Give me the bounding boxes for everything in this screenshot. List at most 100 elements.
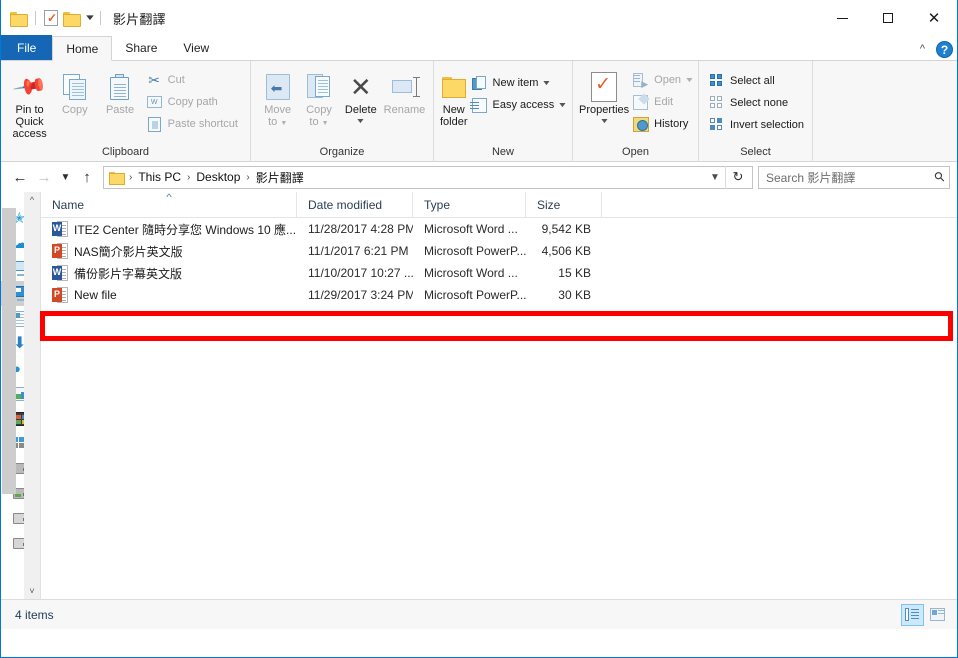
delete-caret-icon[interactable]: ▼ [356,116,366,128]
table-row[interactable]: W 備份影片字幕英文版 11/10/2017 10:27 ... Microso… [41,262,957,284]
new-item-caret-icon[interactable]: ▼ [542,80,552,87]
new-item-button[interactable]: New item ▼ [468,72,573,94]
invert-selection-button[interactable]: Invert selection [705,114,810,136]
properties-icon[interactable]: ✓ [44,10,58,26]
cut-button[interactable]: ✂ Cut [143,69,244,91]
recent-locations-button[interactable]: ▼ [56,165,75,189]
up-button[interactable]: ↑ [75,165,99,189]
rename-button[interactable]: Rename [382,66,427,116]
easy-access-caret-icon[interactable]: ▼ [558,102,568,109]
column-label-size: Size [537,197,561,212]
delete-x-icon: ✕ [349,72,372,102]
pin-label-line2: access [12,128,47,140]
cut-label: Cut [167,74,185,86]
scroll-down-icon[interactable]: ˅ [29,583,34,599]
table-row[interactable]: P NAS簡介影片英文版 11/1/2017 6:21 PM Microsoft… [41,240,957,262]
paste-button[interactable]: Paste [97,66,142,116]
edit-icon [632,94,649,111]
cell-name: P New file [41,284,297,306]
details-view-button[interactable] [901,603,924,626]
column-label-date: Date modified [308,197,383,212]
easy-access-button[interactable]: Easy access ▼ [468,94,573,116]
breadcrumb-item-this-pc[interactable]: This PC [134,168,185,186]
refresh-icon[interactable]: ↻ [725,165,750,189]
select-none-button[interactable]: Select none [705,92,810,114]
scrollbar-thumb[interactable] [2,208,16,494]
select-none-icon [708,95,725,112]
forward-button[interactable]: → [32,165,56,189]
delete-label: Delete [344,104,377,116]
content-area: ✭ ☁ ⬇ ● ^ ˅ ^ Name Date modified Type Si… [1,191,957,599]
open-button[interactable]: ▶ Open ▼ [629,69,699,91]
table-row[interactable]: W ITE2 Center 隨時分享您 Windows 10 應... 11/2… [41,218,957,240]
edit-label: Edit [654,96,674,108]
new-folder-button[interactable]: New folder [440,66,468,128]
pin-to-quick-access-button[interactable]: 📌 Pin to Quick access [7,66,52,140]
group-label-open: Open [622,146,649,158]
file-name: New file [74,288,117,302]
delete-button[interactable]: ✕ Delete ▼ [340,66,382,128]
scroll-up-icon[interactable]: ^ [30,192,34,208]
customize-caret-icon[interactable]: ▼ [84,14,97,22]
ribbon-group-clipboard: 📌 Pin to Quick access Copy Paste ✂ Cut W… [1,61,251,162]
search-box[interactable]: Search 影片翻譯 ⚲ [758,165,950,189]
new-folder-icon[interactable] [63,11,81,27]
breadcrumb[interactable]: › This PC › Desktop › 影片翻譯 ▼ ↻ [103,165,753,189]
table-row[interactable]: P New file 11/29/2017 3:24 PM Microsoft … [41,284,957,306]
file-explorer-window: ✓ ▼ 影片翻譯 ✕ File Home Share View ^ ? 📌 Pi… [0,0,958,658]
title-divider [99,11,101,25]
column-label-type: Type [424,197,451,212]
select-all-button[interactable]: Select all [705,70,810,92]
file-name: 備份影片字幕英文版 [74,266,183,281]
group-label-new: New [491,146,514,158]
column-header-date-modified[interactable]: Date modified [297,191,413,218]
new-folder-icon [441,70,467,104]
search-input[interactable]: Search 影片翻譯 [766,169,935,186]
cell-date-modified: 11/29/2017 3:24 PM [308,288,413,302]
history-button[interactable]: History [629,113,699,135]
close-button[interactable]: ✕ [911,0,957,36]
navigation-scrollbar[interactable]: ^ ˅ [24,192,40,599]
breadcrumb-item-current[interactable]: 影片翻譯 [252,167,308,188]
tab-share[interactable]: Share [112,35,170,60]
breadcrumb-folder-icon [109,171,125,185]
group-label-clipboard: Clipboard [101,146,150,158]
powerpoint-document-icon: P [52,286,68,304]
large-icons-view-button[interactable] [926,604,949,626]
edit-button[interactable]: Edit [629,91,699,113]
sort-ascending-icon: ^ [165,191,172,202]
window-controls: ✕ [819,0,957,36]
paste-shortcut-button[interactable]: Paste shortcut [143,113,244,135]
tab-view[interactable]: View [170,35,222,60]
back-button[interactable]: ← [8,165,32,189]
copy-to-button[interactable]: Copy to ▼ [298,66,339,130]
minimize-button[interactable] [819,0,865,36]
properties-caret-icon[interactable]: ▼ [599,116,609,128]
move-to-button[interactable]: ⬅ Move to ▼ [257,66,298,130]
tab-home[interactable]: Home [52,36,113,61]
column-header-size[interactable]: Size [526,191,602,218]
view-toggle-group [901,603,949,626]
select-all-label: Select all [730,75,775,87]
copy-path-icon: W [146,94,163,111]
open-caret-icon[interactable]: ▼ [684,77,694,84]
copy-path-button[interactable]: W Copy path [143,91,244,113]
window-title: 影片翻譯 [112,11,166,27]
quick-access-toolbar: ✓ ▼ [10,10,97,27]
maximize-button[interactable] [865,0,911,36]
properties-label: Properties [579,104,630,116]
tab-file[interactable]: File [1,35,53,60]
folder-icon[interactable] [10,11,28,27]
chevron-up-icon[interactable]: ^ [917,44,928,55]
pin-label-line1: Pin to Quick [15,104,44,128]
help-icon[interactable]: ? [936,41,953,58]
column-headers: ^ Name Date modified Type Size [41,191,957,218]
copy-label: Copy [61,104,88,116]
copy-button[interactable]: Copy [52,66,97,116]
chevron-down-icon[interactable]: ▼ [705,172,725,183]
history-icon [632,116,649,133]
column-header-type[interactable]: Type [413,191,526,218]
column-header-name[interactable]: ^ Name [41,191,297,218]
breadcrumb-item-desktop[interactable]: Desktop [192,168,244,186]
properties-button[interactable]: ✓ Properties ▼ [579,66,629,128]
